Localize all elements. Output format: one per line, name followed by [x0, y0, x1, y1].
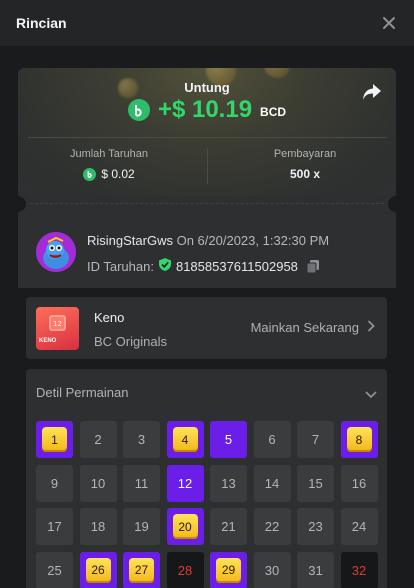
keno-cell[interactable]: 12 — [166, 464, 204, 502]
keno-cell[interactable]: 17 — [36, 508, 73, 545]
ticket-notch — [388, 196, 404, 212]
game-name: Keno — [94, 310, 125, 325]
keno-cell[interactable]: 5 — [210, 421, 247, 458]
bcd-coin-icon — [127, 99, 150, 121]
profit-label: Untung — [184, 80, 230, 95]
payout-column: Pembayaran 500 x — [220, 148, 390, 181]
profit-amount: +$ 10.19 — [157, 96, 253, 123]
gem-tile: 4 — [172, 427, 198, 452]
chevron-down-icon[interactable] — [365, 386, 377, 404]
page-title: Rincian — [16, 15, 67, 31]
bet-date: On 6/20/2023, 1:32:30 PM — [176, 233, 330, 248]
bet-amount-column: Jumlah Taruhan $ 0.02 — [24, 148, 194, 181]
keno-cell[interactable]: 16 — [340, 464, 378, 502]
keno-cell[interactable]: 30 — [253, 551, 291, 588]
summary-card: Untung +$ 10.19 BCD Jumlah Taruhan $ 0.0… — [18, 68, 396, 202]
keno-cell[interactable]: 10 — [79, 464, 117, 502]
ticket-notch — [10, 196, 26, 212]
payout-value: 500 x — [289, 167, 321, 181]
keno-cell[interactable]: 8 — [340, 421, 378, 458]
svg-text:12: 12 — [53, 320, 62, 328]
profit-row: +$ 10.19 BCD — [18, 96, 396, 124]
keno-cell[interactable]: 20 — [166, 508, 204, 545]
verified-shield-icon — [158, 257, 172, 275]
coin-decoration — [264, 68, 290, 78]
keno-cell[interactable]: 26 — [79, 551, 117, 588]
keno-cell[interactable]: 6 — [253, 421, 291, 458]
summary-vertical-divider — [207, 148, 208, 184]
top-bar: Rincian — [0, 0, 414, 46]
play-now-label[interactable]: Mainkan Sekarang — [251, 320, 359, 335]
keno-cell[interactable]: 1 — [36, 421, 73, 458]
bet-amount-value-row: $ 0.02 — [24, 167, 194, 181]
game-details-panel: Detil Permainan 1 2 3 4 5 6 7 8 9 10 11 12 13 14 15 16 1… — [26, 369, 387, 588]
bet-id-value: 81858537611502958 — [175, 258, 298, 274]
keno-cell[interactable]: 27 — [123, 551, 160, 588]
keno-thumb-label: KENO — [39, 338, 57, 344]
chevron-right-icon — [367, 320, 375, 335]
game-provider: BC Originals — [94, 334, 167, 349]
keno-cell[interactable]: 18 — [79, 508, 117, 545]
bet-id-label: ID Taruhan: — [87, 258, 154, 274]
keno-cell[interactable]: 28 — [166, 551, 204, 588]
keno-cell[interactable]: 23 — [297, 508, 334, 545]
keno-cell[interactable]: 21 — [210, 508, 247, 545]
keno-cell[interactable]: 15 — [297, 464, 334, 502]
details-content: Untung +$ 10.19 BCD Jumlah Taruhan $ 0.0… — [0, 46, 414, 588]
game-details-heading: Detil Permainan — [36, 385, 129, 400]
play-now-link[interactable]: Mainkan Sekarang — [251, 320, 375, 335]
bet-user-info: RisingStarGws On 6/20/2023, 1:32:30 PM I… — [18, 212, 396, 288]
bet-amount-value: $ 0.02 — [101, 167, 135, 181]
game-link-row[interactable]: 12 KENO Keno BC Originals Mainkan Sekara… — [26, 297, 387, 359]
keno-cell[interactable]: 14 — [253, 464, 291, 502]
profit-currency: BCD — [260, 105, 287, 119]
bet-amount-label: Jumlah Taruhan — [69, 148, 149, 160]
user-info-text: RisingStarGws On 6/20/2023, 1:32:30 PM I… — [87, 233, 329, 275]
keno-cell[interactable]: 2 — [79, 421, 117, 458]
keno-cell[interactable]: 31 — [297, 551, 334, 588]
payout-label: Pembayaran — [273, 148, 337, 160]
keno-cell[interactable]: 9 — [36, 464, 73, 502]
gem-tile: 8 — [346, 427, 372, 452]
keno-cell[interactable]: 32 — [340, 551, 378, 588]
keno-cell[interactable]: 24 — [340, 508, 378, 545]
username[interactable]: RisingStarGws — [87, 233, 173, 248]
keno-cell[interactable]: 25 — [36, 551, 73, 588]
keno-game-thumbnail[interactable]: 12 KENO — [36, 307, 79, 350]
close-icon[interactable] — [381, 15, 397, 31]
avatar[interactable] — [36, 232, 76, 272]
summary-divider — [28, 137, 386, 138]
keno-cell[interactable]: 3 — [123, 421, 160, 458]
summary-hero: Untung +$ 10.19 BCD Jumlah Taruhan $ 0.0… — [18, 68, 396, 202]
bet-id-line: ID Taruhan: 81858537611502958 — [87, 257, 329, 275]
copy-icon[interactable] — [306, 259, 320, 274]
ticket-separator — [10, 196, 404, 212]
keno-cell[interactable]: 4 — [166, 421, 204, 458]
gem-tile: 26 — [85, 557, 111, 583]
keno-cell[interactable]: 13 — [210, 464, 247, 502]
dashed-divider — [30, 203, 384, 204]
keno-cell[interactable]: 11 — [123, 464, 160, 502]
gem-tile: 1 — [42, 427, 67, 452]
gem-tile: 29 — [216, 557, 241, 583]
user-line: RisingStarGws On 6/20/2023, 1:32:30 PM — [87, 233, 329, 248]
keno-cell[interactable]: 7 — [297, 421, 334, 458]
gem-tile: 27 — [129, 557, 154, 583]
keno-cell[interactable]: 19 — [123, 508, 160, 545]
share-icon[interactable] — [362, 83, 382, 101]
keno-cell[interactable]: 22 — [253, 508, 291, 545]
bcd-coin-icon — [83, 167, 97, 181]
gem-tile: 20 — [172, 514, 198, 539]
keno-cell[interactable]: 29 — [210, 551, 247, 588]
